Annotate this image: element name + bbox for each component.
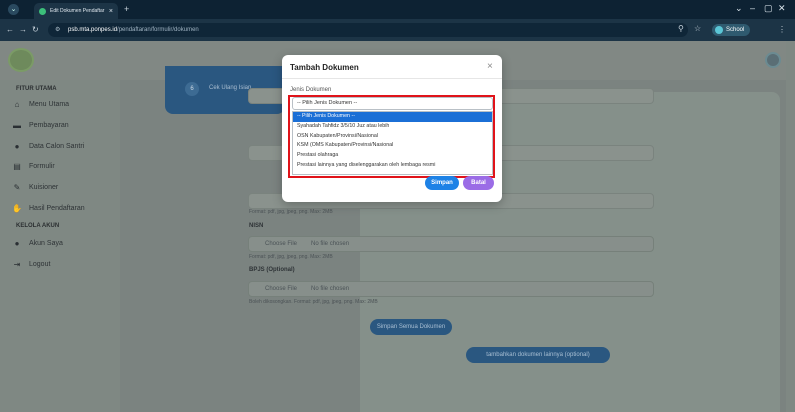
nisn-label: NISN	[249, 223, 264, 229]
sidebar-item-label: Logout	[29, 260, 51, 268]
address-bar[interactable]: ⚙ psb.mta.ponpes.id/pendaftaran/formulir…	[48, 23, 688, 37]
sidebar-item-label: Hasil Pendaftaran	[29, 204, 85, 212]
file-hint: Boleh dikosongkan. Format: pdf, jpg, jpe…	[249, 299, 378, 305]
sidebar-item-label: Akun Saya	[29, 239, 63, 247]
choose-file-button[interactable]: Choose File	[265, 241, 297, 247]
document-type-label: Jenis Dokumen	[290, 87, 332, 93]
no-file-text: No file chosen	[311, 241, 350, 247]
site-info-icon[interactable]: ⚙	[55, 23, 60, 37]
save-button[interactable]: Simpan	[425, 176, 459, 190]
sidebar-item-data-calon-santri[interactable]: ● Data Calon Santri	[12, 139, 108, 153]
url-host: psb.mta.ponpes.id	[68, 27, 118, 33]
file-hint: Format: pdf, jpg, jpeg, png. Max: 2MB	[249, 209, 333, 215]
zoom-icon[interactable]: ⚲	[678, 24, 684, 33]
sidebar-item-hasil-pendaftaran[interactable]: ✋ Hasil Pendaftaran	[12, 201, 108, 215]
bpjs-label: BPJS (Optional)	[249, 267, 295, 273]
modal-close-icon[interactable]: ×	[487, 61, 493, 72]
close-window-icon[interactable]: ✕	[778, 3, 786, 14]
add-other-document-button[interactable]: tambahkan dokumen lainnya (optional)	[466, 347, 610, 363]
step-number: 6	[185, 82, 199, 96]
forward-icon[interactable]: →	[19, 25, 27, 34]
step-label: Cek Ulang Isian	[209, 85, 252, 91]
sidebar: FITUR UTAMA ⌂ Menu Utama ▬ Pembayaran ● Dat…	[0, 80, 120, 412]
tab-close-icon[interactable]: ×	[109, 8, 113, 15]
tab-title: Edit Dokumen Pendaftar	[50, 8, 105, 14]
bpjs-file-input[interactable]: Choose File No file chosen	[248, 281, 654, 297]
site-favicon-icon	[39, 7, 46, 15]
handshake-icon: ✋	[12, 203, 22, 213]
choose-file-button[interactable]: Choose File	[265, 286, 297, 292]
app-logo[interactable]	[8, 48, 34, 72]
sidebar-item-label: Formulir	[29, 162, 55, 170]
sidebar-item-label: Pembayaran	[29, 121, 69, 129]
maximize-icon[interactable]: ▢	[764, 3, 773, 14]
profile-button[interactable]: School	[712, 24, 751, 36]
sidebar-section-main: FITUR UTAMA	[16, 86, 57, 92]
red-highlight-box	[288, 95, 495, 178]
no-file-text: No file chosen	[311, 286, 350, 292]
sidebar-item-label: Data Calon Santri	[29, 142, 85, 150]
nisn-file-input[interactable]: Choose File No file chosen	[248, 236, 654, 252]
back-icon[interactable]: ←	[6, 25, 14, 34]
sidebar-item-akun-saya[interactable]: ● Akun Saya	[12, 236, 108, 250]
page-scrollbar[interactable]	[786, 41, 795, 412]
sidebar-item-logout[interactable]: ⇥ Logout	[12, 257, 108, 271]
sidebar-item-label: Menu Utama	[29, 100, 70, 108]
user-avatar[interactable]	[765, 52, 781, 68]
browser-toolbar: ← → ↻ ⚙ psb.mta.ponpes.id/pendaftaran/fo…	[0, 19, 795, 41]
sidebar-item-kuisioner[interactable]: ✎ Kuisioner	[12, 180, 108, 194]
browser-tab[interactable]: Edit Dokumen Pendaftar ×	[34, 3, 118, 19]
sidebar-item-formulir[interactable]: ▤ Formulir	[12, 159, 108, 173]
modal-title: Tambah Dokumen	[290, 63, 359, 72]
cancel-button[interactable]: Batal	[463, 176, 494, 190]
sidebar-item-pembayaran[interactable]: ▬ Pembayaran	[12, 118, 108, 132]
card-icon: ▬	[13, 120, 21, 130]
form-icon: ▤	[13, 161, 21, 171]
sidebar-item-menu-utama[interactable]: ⌂ Menu Utama	[12, 97, 108, 111]
url-path: /pendaftaran/formulir/dokumen	[117, 27, 199, 33]
sidebar-section-account: KELOLA AKUN	[16, 223, 60, 229]
new-tab-button[interactable]: +	[124, 4, 129, 14]
tab-list-icon[interactable]: ⌄	[735, 3, 743, 14]
modal-divider	[282, 78, 502, 79]
user-gear-icon: ●	[14, 238, 20, 248]
file-hint: Format: pdf, jpg, jpeg, png. Max: 2MB	[249, 254, 333, 260]
save-all-documents-button[interactable]: Simpan Semua Dokumen	[370, 319, 452, 335]
tab-search-icon[interactable]: ⌄	[8, 4, 19, 15]
logout-icon: ⇥	[13, 259, 21, 269]
reload-icon[interactable]: ↻	[32, 25, 39, 34]
browser-menu-icon[interactable]: ⋮	[778, 25, 786, 34]
bookmark-star-icon[interactable]: ☆	[694, 24, 701, 33]
user-icon: ●	[14, 141, 20, 151]
browser-tabstrip: ⌄ Edit Dokumen Pendaftar × + ⌄ – ▢ ✕	[0, 0, 795, 19]
sidebar-item-label: Kuisioner	[29, 183, 59, 191]
minimize-icon[interactable]: –	[750, 3, 755, 13]
chat-icon: ✎	[13, 182, 21, 192]
home-icon: ⌂	[14, 99, 20, 109]
